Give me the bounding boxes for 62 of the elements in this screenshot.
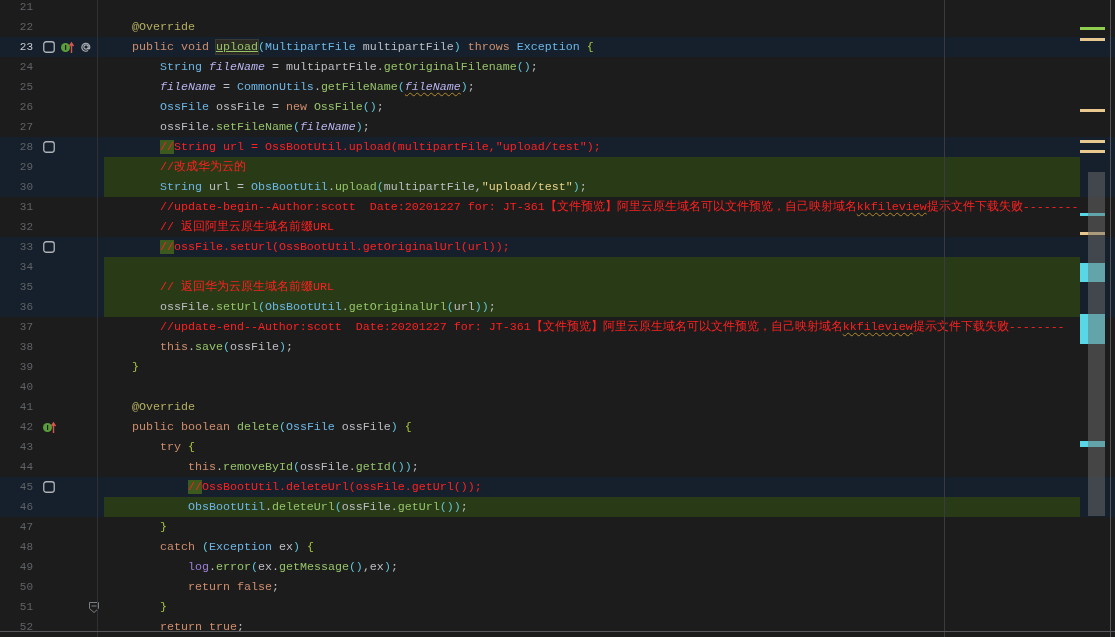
code-line: log.error(ex.getMessage(),ex); [186, 559, 399, 576]
code-line: OssFile ossFile = new OssFile(); [158, 99, 385, 116]
line-number: 51 [18, 601, 33, 613]
line-number: 25 [18, 81, 33, 93]
code-line: String fileName = multipartFile.getOriginalFilename(); [158, 59, 539, 76]
line-number: 42 [18, 421, 33, 433]
line-number: 24 [18, 61, 33, 73]
line-number: 27 [18, 121, 33, 133]
code-line: // 返回阿里云原生域名前缀URL [158, 219, 335, 236]
code-line: } [130, 359, 140, 376]
at-sign-icon[interactable] [80, 41, 92, 53]
code-line: //ossFile.setUrl(OssBootUtil.getOriginalUrl(url)); [158, 239, 511, 256]
code-line: } [158, 599, 168, 616]
line-number: 31 [18, 201, 33, 213]
code-line: public boolean delete(OssFile ossFile) { [130, 419, 413, 436]
line-number: 38 [18, 341, 33, 353]
code-line: //String url = OssBootUtil.upload(multipartFile,"upload/test"); [158, 139, 602, 156]
line-number: 23 [18, 41, 33, 53]
code-line: try { [158, 439, 196, 456]
circle-arrow-icon[interactable] [61, 41, 74, 53]
line-number: 39 [18, 361, 33, 373]
code-line: this.save(ossFile); [158, 339, 294, 356]
line-number: 40 [18, 381, 33, 393]
line-number: 44 [18, 461, 33, 473]
fold-icon[interactable] [89, 601, 99, 613]
line-number: 50 [18, 581, 33, 593]
line-number: 37 [18, 321, 33, 333]
line-number: 41 [18, 401, 33, 413]
square-icon[interactable] [43, 481, 55, 493]
line-number: 29 [18, 161, 33, 173]
line-number: 30 [18, 181, 33, 193]
line-number: 22 [18, 21, 33, 33]
line-number: 34 [18, 261, 33, 273]
square-icon[interactable] [43, 241, 55, 253]
line-number: 45 [18, 481, 33, 493]
line-number: 21 [18, 1, 33, 13]
code-line: } [158, 519, 168, 536]
code-line: catch (Exception ex) { [158, 539, 315, 556]
code-line: @Override [130, 19, 196, 36]
line-number: 33 [18, 241, 33, 253]
code-line: fileName = CommonUtils.getFileName(fileName); [158, 79, 476, 96]
square-icon[interactable] [43, 41, 55, 53]
code-line: //OssBootUtil.deleteUrl(ossFile.getUrl()); [186, 479, 483, 496]
line-number: 36 [18, 301, 33, 313]
square-icon[interactable] [43, 141, 55, 153]
line-number: 26 [18, 101, 33, 113]
line-number: 52 [18, 621, 33, 633]
line-number: 35 [18, 281, 33, 293]
line-number: 47 [18, 521, 33, 533]
line-number: 49 [18, 561, 33, 573]
line-number: 28 [18, 141, 33, 153]
code-line: ossFile.setFileName(fileName); [158, 119, 371, 136]
line-number: 48 [18, 541, 33, 553]
line-number: 32 [18, 221, 33, 233]
code-line: public void upload(MultipartFile multipartFile) throws Exception { [130, 39, 595, 56]
circle-arrow-icon[interactable] [43, 421, 56, 433]
code-line: @Override [130, 399, 196, 416]
scrollbar-thumb[interactable] [1088, 172, 1105, 516]
code-line: return false; [186, 579, 280, 596]
line-number: 46 [18, 501, 33, 513]
code-line: this.removeById(ossFile.getId()); [186, 459, 420, 476]
line-number: 43 [18, 441, 33, 453]
